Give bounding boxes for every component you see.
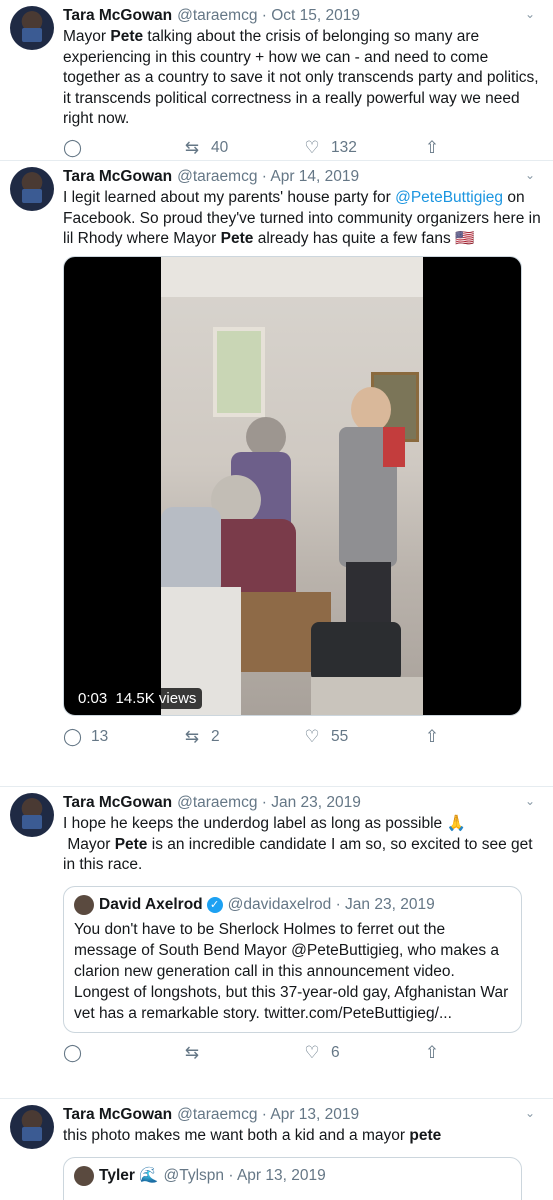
chevron-down-icon[interactable]: ⌄ [525, 7, 535, 21]
tweet-text: Mayor Pete talking about the crisis of b… [63, 28, 539, 127]
retweet-button[interactable]: ⇆ [183, 1043, 303, 1063]
quoted-author-handle-date: @Tylspn · Apr 13, 2019 [163, 1166, 326, 1184]
author-handle-date[interactable]: @taraemcg · Apr 14, 2019 [177, 168, 359, 186]
like-button[interactable]: ♡ 55 [303, 727, 423, 747]
author-handle-date[interactable]: @taraemcg · Apr 13, 2019 [177, 1106, 359, 1124]
video-stats-badge: 0:03 14.5K views [72, 687, 203, 709]
reply-button[interactable]: ◯ [63, 1043, 183, 1063]
reply-icon: ◯ [63, 1042, 83, 1062]
tweet-text: this photo makes me want both a kid and … [63, 1127, 442, 1144]
quoted-tweet-text: You don't have to be Sherlock Holmes to … [74, 920, 509, 1022]
tweet-text: I legit learned about my parents' house … [63, 189, 541, 247]
like-icon: ♡ [304, 1042, 320, 1062]
tweet-actions: ◯ 13 ⇆ 2 ♡ 55 ⇧ [63, 716, 543, 758]
timeline-feed: ⌄ Tara McGowan @taraemcg · Oct 15, 2019 … [0, 0, 553, 1200]
share-icon: ⇧ [424, 137, 440, 157]
author-name[interactable]: Tara McGowan [63, 1106, 172, 1124]
quoted-tweet[interactable]: Tyler 🌊 @Tylspn · Apr 13, 2019 [63, 1156, 522, 1200]
video-player[interactable]: 0:03 14.5K views [63, 255, 522, 716]
quoted-author-name: David Axelrod [99, 895, 203, 913]
reply-button[interactable]: ◯ 13 [63, 727, 183, 747]
avatar[interactable] [10, 6, 54, 50]
like-button[interactable]: ♡ 6 [303, 1043, 423, 1063]
share-icon: ⇧ [424, 1042, 440, 1062]
quoted-avatar [74, 894, 94, 915]
retweet-icon: ⇆ [184, 726, 200, 746]
quoted-author-name: Tyler 🌊 [99, 1167, 159, 1184]
quoted-tweet[interactable]: David Axelrod ✓ @davidaxelrod · Jan 23, … [63, 885, 522, 1033]
avatar[interactable] [10, 793, 54, 837]
chevron-down-icon[interactable]: ⌄ [525, 1106, 535, 1120]
tweet[interactable]: ⌄ Tara McGowan @taraemcg · Jan 23, 2019 … [0, 787, 553, 1099]
author-handle-date[interactable]: @taraemcg · Oct 15, 2019 [177, 7, 360, 25]
verified-icon: ✓ [206, 896, 223, 913]
retweet-button[interactable]: ⇆ 2 [183, 727, 303, 747]
mention-link[interactable]: @PeteButtigieg [395, 189, 503, 206]
share-button[interactable]: ⇧ [423, 138, 543, 158]
quoted-avatar [74, 1165, 94, 1186]
chevron-down-icon[interactable]: ⌄ [525, 794, 535, 808]
retweet-icon: ⇆ [184, 137, 200, 157]
tweet[interactable]: ⌄ Tara McGowan @taraemcg · Apr 13, 2019 … [0, 1099, 553, 1200]
reply-icon: ◯ [63, 137, 83, 157]
author-name[interactable]: Tara McGowan [63, 168, 172, 186]
author-name[interactable]: Tara McGowan [63, 7, 172, 25]
share-icon: ⇧ [424, 726, 440, 746]
like-icon: ♡ [304, 137, 320, 157]
tweet[interactable]: ⌄ Tara McGowan @taraemcg · Apr 14, 2019 … [0, 161, 553, 787]
avatar[interactable] [10, 1105, 54, 1149]
author-name[interactable]: Tara McGowan [63, 794, 172, 812]
retweet-icon: ⇆ [184, 1042, 200, 1062]
reply-icon: ◯ [63, 726, 83, 746]
avatar[interactable] [10, 167, 54, 211]
tweet-actions: ◯ ⇆ ♡ 6 ⇧ [63, 1033, 543, 1073]
reply-button[interactable]: ◯ [63, 138, 183, 158]
like-button[interactable]: ♡ 132 [303, 138, 423, 158]
quoted-author-handle-date: @davidaxelrod · Jan 23, 2019 [227, 895, 435, 913]
tweet[interactable]: ⌄ Tara McGowan @taraemcg · Oct 15, 2019 … [0, 0, 553, 161]
tweet-text: I hope he keeps the underdog label as lo… [63, 815, 533, 873]
like-icon: ♡ [304, 726, 320, 746]
share-button[interactable]: ⇧ [423, 727, 543, 747]
retweet-button[interactable]: ⇆ 40 [183, 138, 303, 158]
author-handle-date[interactable]: @taraemcg · Jan 23, 2019 [177, 794, 361, 812]
share-button[interactable]: ⇧ [423, 1043, 543, 1063]
video-frame [161, 256, 423, 715]
chevron-down-icon[interactable]: ⌄ [525, 168, 535, 182]
